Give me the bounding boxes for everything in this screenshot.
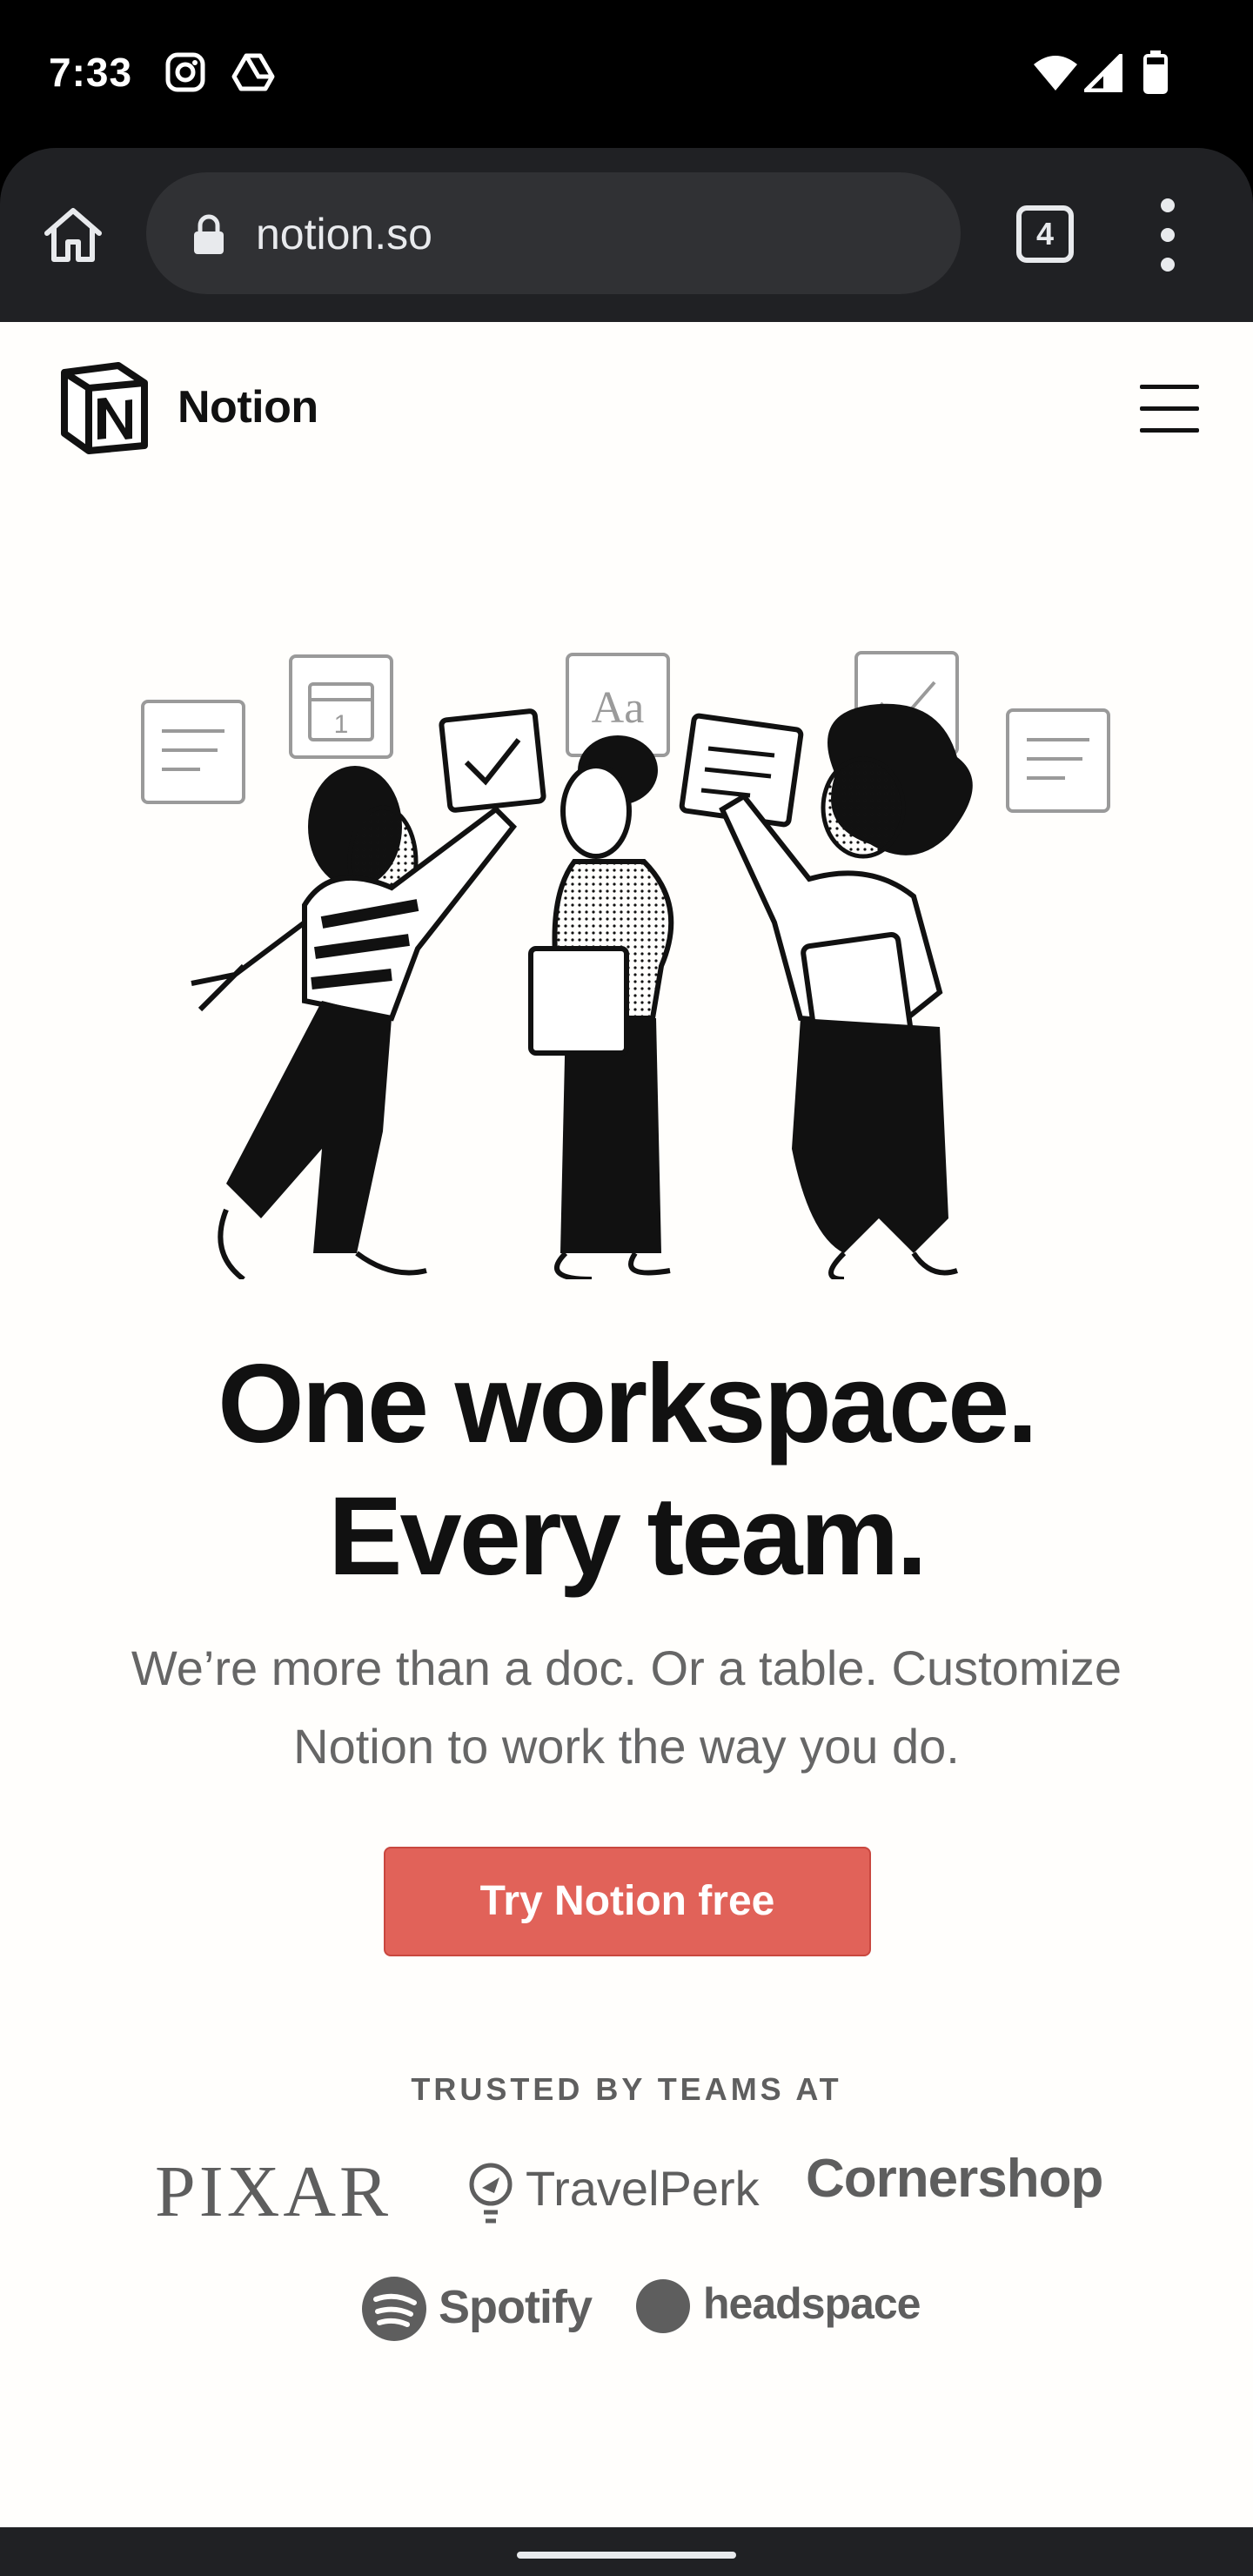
more-icon[interactable] [1149,198,1187,272]
brand-name[interactable]: Notion [178,381,318,433]
headspace-wordmark: headspace [703,2279,921,2328]
svg-text:1: 1 [334,710,349,739]
webpage: Notion Aa 1 One workspace. Every team. W… [0,322,1253,2527]
toolbar-surface: notion.so 4 [0,148,1253,322]
system-navigation-bar [0,2527,1253,2576]
lock-icon [191,214,226,260]
notion-logo-icon[interactable] [57,360,151,454]
status-bar: 7:33 [0,0,1253,148]
spotify-icon [362,2277,426,2341]
url-bar[interactable]: notion.so [146,172,961,294]
gesture-handle[interactable] [517,2552,736,2559]
pixar-logo: PIXAR [155,2151,392,2232]
site-nav: Notion [0,322,1253,496]
tabs-button[interactable]: 4 [1016,205,1074,263]
wifi-icon [1032,54,1079,92]
home-icon [44,208,102,262]
travelperk-icon [469,2163,513,2224]
drive-icon [231,52,275,92]
spotify-wordmark: Spotify [439,2281,593,2333]
hero-subhead: We’re more than a doc. Or a table. Custo… [131,1640,1122,1774]
cornershop-logo: Cornershop [806,2149,1103,2209]
svg-text:Aa: Aa [592,683,645,733]
signal-icon [1084,54,1122,92]
battery-icon [1143,50,1168,94]
headline-line-2: Every team. [328,1474,928,1599]
try-notion-free-button[interactable]: Try Notion free [384,1847,871,1956]
travelperk-wordmark: TravelPerk [526,2161,760,2216]
url-text: notion.so [256,210,432,258]
trusted-label: TRUSTED BY TEAMS AT [411,2071,842,2107]
instagram-icon [165,52,205,92]
hero-headline: One workspace. Every team. [0,1338,1253,1603]
home-button[interactable] [40,202,106,268]
hamburger-menu-icon[interactable] [1140,385,1199,433]
status-time: 7:33 [49,50,133,95]
hero-illustration: Aa 1 [131,609,1122,1282]
headspace-icon [636,2279,690,2333]
browser-toolbar: notion.so 4 [0,148,1253,322]
headline-line-1: One workspace. [218,1342,1038,1466]
